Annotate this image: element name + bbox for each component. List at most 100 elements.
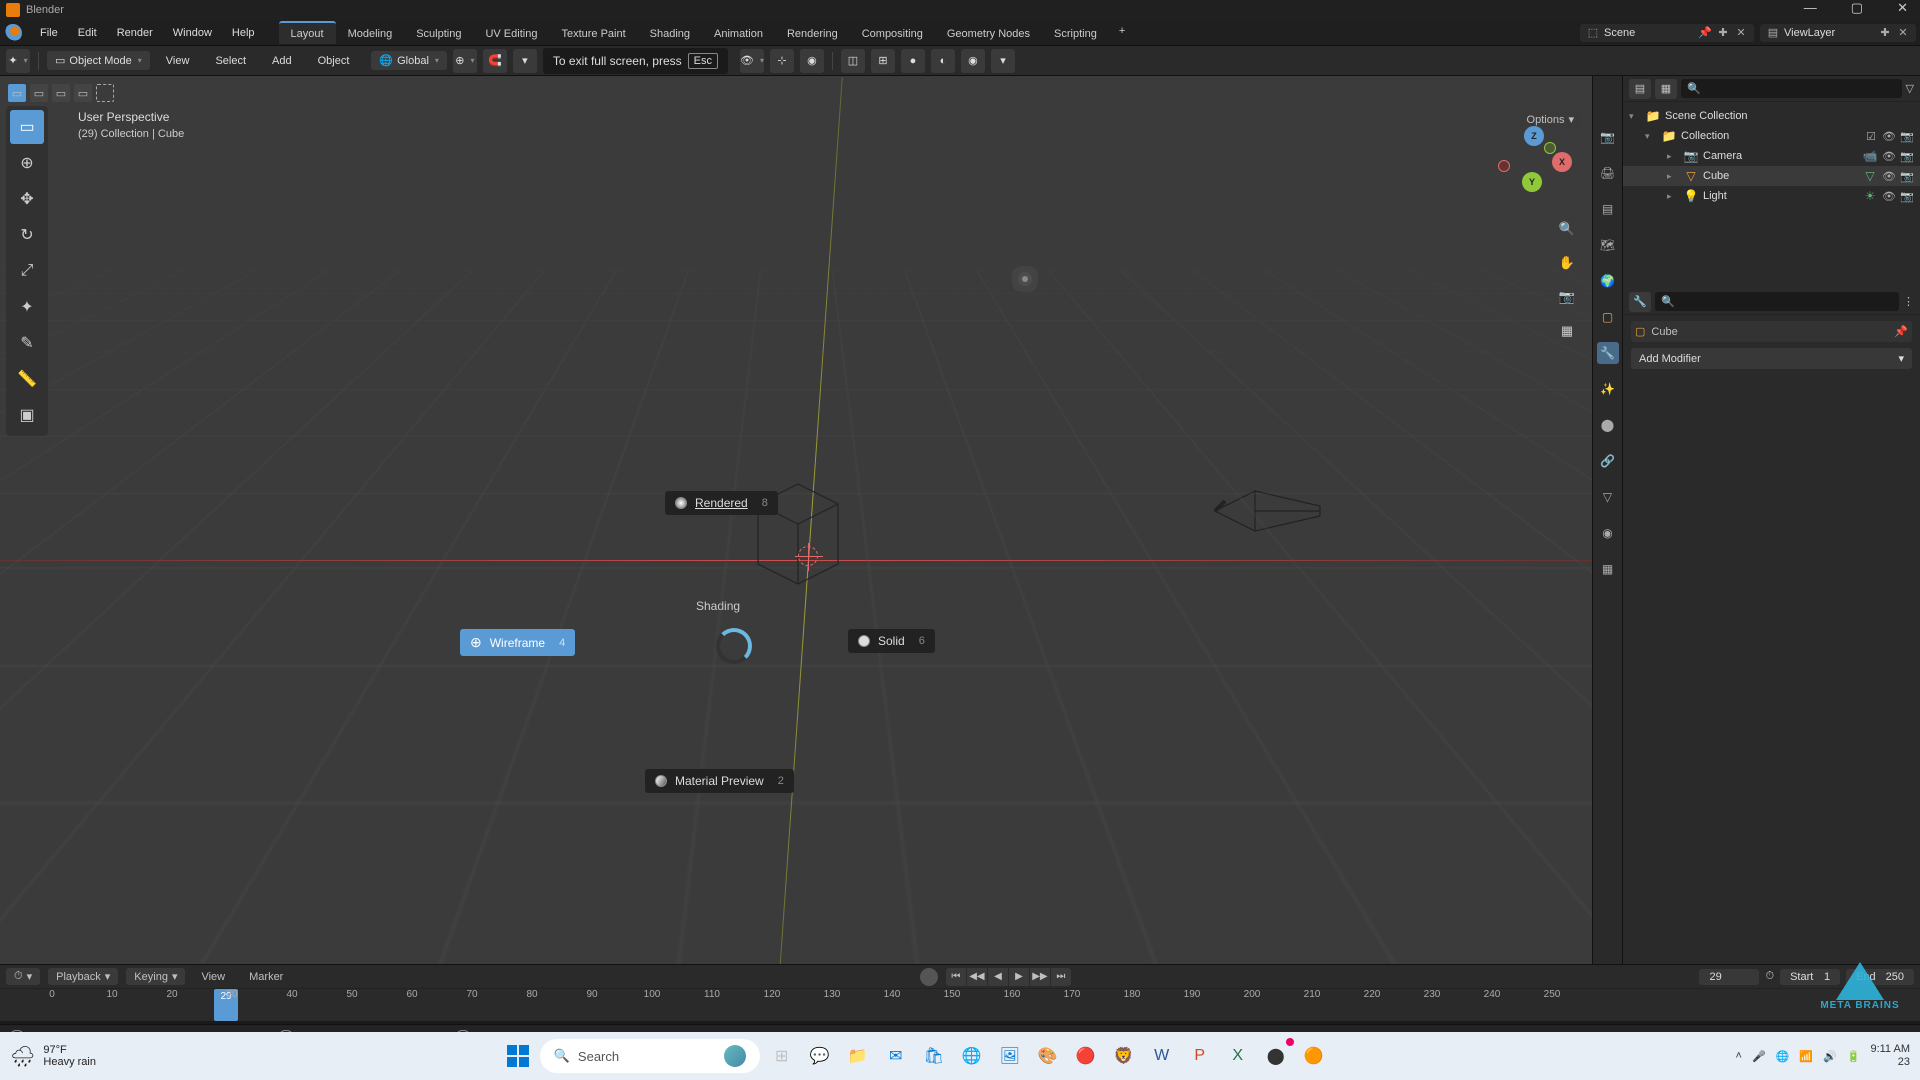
excel-icon[interactable]: X xyxy=(1222,1040,1254,1072)
start-frame-input[interactable]: Start1 xyxy=(1780,969,1840,985)
tool-rotate[interactable]: ↻ xyxy=(10,218,44,252)
tab-modeling[interactable]: Modeling xyxy=(336,21,405,44)
word-icon[interactable]: W xyxy=(1146,1040,1178,1072)
tab-sculpting[interactable]: Sculpting xyxy=(404,21,473,44)
xray-toggle[interactable]: ◫ xyxy=(841,49,865,73)
tray-overflow-icon[interactable]: ˄ xyxy=(1736,1050,1742,1062)
prop-tab-world[interactable]: 🌍 xyxy=(1597,270,1619,292)
pie-rendered[interactable]: Rendered 8 xyxy=(665,491,778,515)
delete-layer-icon[interactable]: ✕ xyxy=(1896,26,1910,40)
tool-measure[interactable]: 📏 xyxy=(10,362,44,396)
pie-material[interactable]: Material Preview 2 xyxy=(645,769,794,793)
tray-clock[interactable]: 9:11 AM 23 xyxy=(1870,1043,1910,1069)
tree-scene-collection[interactable]: ▾ 📁 Scene Collection xyxy=(1623,106,1920,126)
prop-tab-physics[interactable]: ⬤ xyxy=(1597,414,1619,436)
camera-view-tool[interactable]: 📷 xyxy=(1554,284,1580,310)
tab-rendering[interactable]: Rendering xyxy=(775,21,850,44)
pivot-selector[interactable]: ⊕▾ xyxy=(453,49,477,73)
task-view-icon[interactable]: ⊞ xyxy=(766,1040,798,1072)
tree-cube[interactable]: ▸ ▽ Cube ▽ 👁 📷 xyxy=(1623,166,1920,186)
pie-wireframe[interactable]: ⊕ Wireframe 4 xyxy=(460,629,575,656)
outliner-search[interactable]: 🔍 xyxy=(1681,79,1902,98)
tool-transform[interactable]: ✦ xyxy=(10,290,44,324)
tool-cursor[interactable]: ⊕ xyxy=(10,146,44,180)
tab-shading[interactable]: Shading xyxy=(638,21,702,44)
viewport-3d[interactable]: ▭ ▭ ▭ ▭ User Perspective (29) Collection… xyxy=(0,76,1592,1020)
gizmo-x-axis[interactable]: X xyxy=(1552,152,1572,172)
current-frame-input[interactable]: 29 xyxy=(1699,969,1759,985)
prop-tab-scene[interactable]: 🗺 xyxy=(1597,234,1619,256)
eye-icon[interactable]: 👁 xyxy=(1882,190,1896,203)
jump-start-button[interactable]: ⏮ xyxy=(946,968,966,986)
play-button[interactable]: ▶ xyxy=(1009,968,1029,986)
blender-icon[interactable] xyxy=(4,24,22,42)
weather-widget[interactable]: 🌧 97°F Heavy rain xyxy=(10,1044,96,1069)
tab-layout[interactable]: Layout xyxy=(279,21,336,44)
eye-icon[interactable]: 👁 xyxy=(1882,130,1896,143)
tool-scale[interactable]: ⤢ xyxy=(10,254,44,288)
add-workspace-button[interactable]: + xyxy=(1109,21,1135,44)
menu-window[interactable]: Window xyxy=(163,23,222,43)
properties-type-selector[interactable]: 🔧 xyxy=(1629,292,1651,312)
end-frame-input[interactable]: End250 xyxy=(1846,969,1914,985)
add-modifier-button[interactable]: Add Modifier ▾ xyxy=(1631,348,1912,369)
gizmo-toggle[interactable]: ⊹ xyxy=(770,49,794,73)
minimize-button[interactable]: — xyxy=(1796,0,1825,16)
timeline-marker-menu[interactable]: Marker xyxy=(241,969,291,985)
blender-taskbar-icon[interactable]: 🟠 xyxy=(1298,1040,1330,1072)
navigation-gizmo[interactable]: Z Y X xyxy=(1494,124,1574,204)
edge-icon[interactable]: 🌐 xyxy=(956,1040,988,1072)
tray-mic-icon[interactable]: 🎤 xyxy=(1752,1050,1766,1063)
render-icon[interactable]: 📷 xyxy=(1900,170,1914,183)
tab-texture-paint[interactable]: Texture Paint xyxy=(549,21,637,44)
keying-menu[interactable]: Keying▾ xyxy=(126,968,185,985)
powerpoint-icon[interactable]: P xyxy=(1184,1040,1216,1072)
prop-tab-texture[interactable]: ▦ xyxy=(1597,558,1619,580)
chat-icon[interactable]: 💬 xyxy=(804,1040,836,1072)
menu-file[interactable]: File xyxy=(30,23,68,43)
tool-select-box[interactable]: ▭ xyxy=(10,110,44,144)
select-menu[interactable]: Select xyxy=(205,51,256,71)
timeline-view-menu[interactable]: View xyxy=(193,969,233,985)
shading-options[interactable]: ▾ xyxy=(991,49,1015,73)
render-icon[interactable]: 📷 xyxy=(1900,150,1914,163)
gizmo-neg-x-axis[interactable] xyxy=(1498,160,1510,172)
properties-options-icon[interactable]: ⋮ xyxy=(1903,295,1914,308)
render-icon[interactable]: 📷 xyxy=(1900,130,1914,143)
delete-scene-icon[interactable]: ✕ xyxy=(1734,26,1748,40)
menu-edit[interactable]: Edit xyxy=(68,23,107,43)
expand-icon[interactable]: ▸ xyxy=(1667,151,1679,162)
tab-scripting[interactable]: Scripting xyxy=(1042,21,1109,44)
properties-search[interactable]: 🔍 xyxy=(1655,292,1899,311)
prop-tab-viewlayer[interactable]: ▤ xyxy=(1597,198,1619,220)
tool-move[interactable]: ✥ xyxy=(10,182,44,216)
gizmo-neg-y-axis[interactable] xyxy=(1544,142,1556,154)
viewport-visibility-toggle[interactable]: 👁▾ xyxy=(740,49,764,73)
shading-rendered[interactable]: ◉ xyxy=(961,49,985,73)
prop-tab-material[interactable]: ◉ xyxy=(1597,522,1619,544)
select-subtract-mode[interactable]: ▭ xyxy=(52,84,70,102)
prop-tab-particles[interactable]: ✨ xyxy=(1597,378,1619,400)
shading-wireframe[interactable]: ⊞ xyxy=(871,49,895,73)
expand-icon[interactable]: ▸ xyxy=(1667,191,1679,202)
brave-icon[interactable]: 🦁 xyxy=(1108,1040,1140,1072)
start-button[interactable] xyxy=(502,1040,534,1072)
tree-light[interactable]: ▸ 💡 Light ☀ 👁 📷 xyxy=(1623,186,1920,206)
editor-type-selector[interactable]: ✦▾ xyxy=(6,49,30,73)
overlays-toggle[interactable]: ◉ xyxy=(800,49,824,73)
next-keyframe-button[interactable]: ▶▶ xyxy=(1030,968,1050,986)
tray-language-icon[interactable]: 🌐 xyxy=(1776,1050,1790,1063)
select-extend-mode[interactable]: ▭ xyxy=(30,84,48,102)
expand-icon[interactable]: ▾ xyxy=(1629,111,1641,122)
tab-geometry-nodes[interactable]: Geometry Nodes xyxy=(935,21,1042,44)
timeline-ruler[interactable]: 29 0102030405060708090100110120130140150… xyxy=(0,989,1920,1021)
clock-icon[interactable]: ⏱ xyxy=(1765,970,1774,983)
new-layer-icon[interactable]: ✚ xyxy=(1878,26,1892,40)
obs-icon[interactable]: ⬤ xyxy=(1260,1040,1292,1072)
maximize-button[interactable]: ▢ xyxy=(1843,0,1871,16)
pin-icon[interactable]: 📌 xyxy=(1894,325,1908,338)
view-menu[interactable]: View xyxy=(156,51,200,71)
photos-icon[interactable]: 🖼 xyxy=(994,1040,1026,1072)
object-menu[interactable]: Object xyxy=(308,51,360,71)
pie-solid[interactable]: Solid 6 xyxy=(848,629,935,653)
